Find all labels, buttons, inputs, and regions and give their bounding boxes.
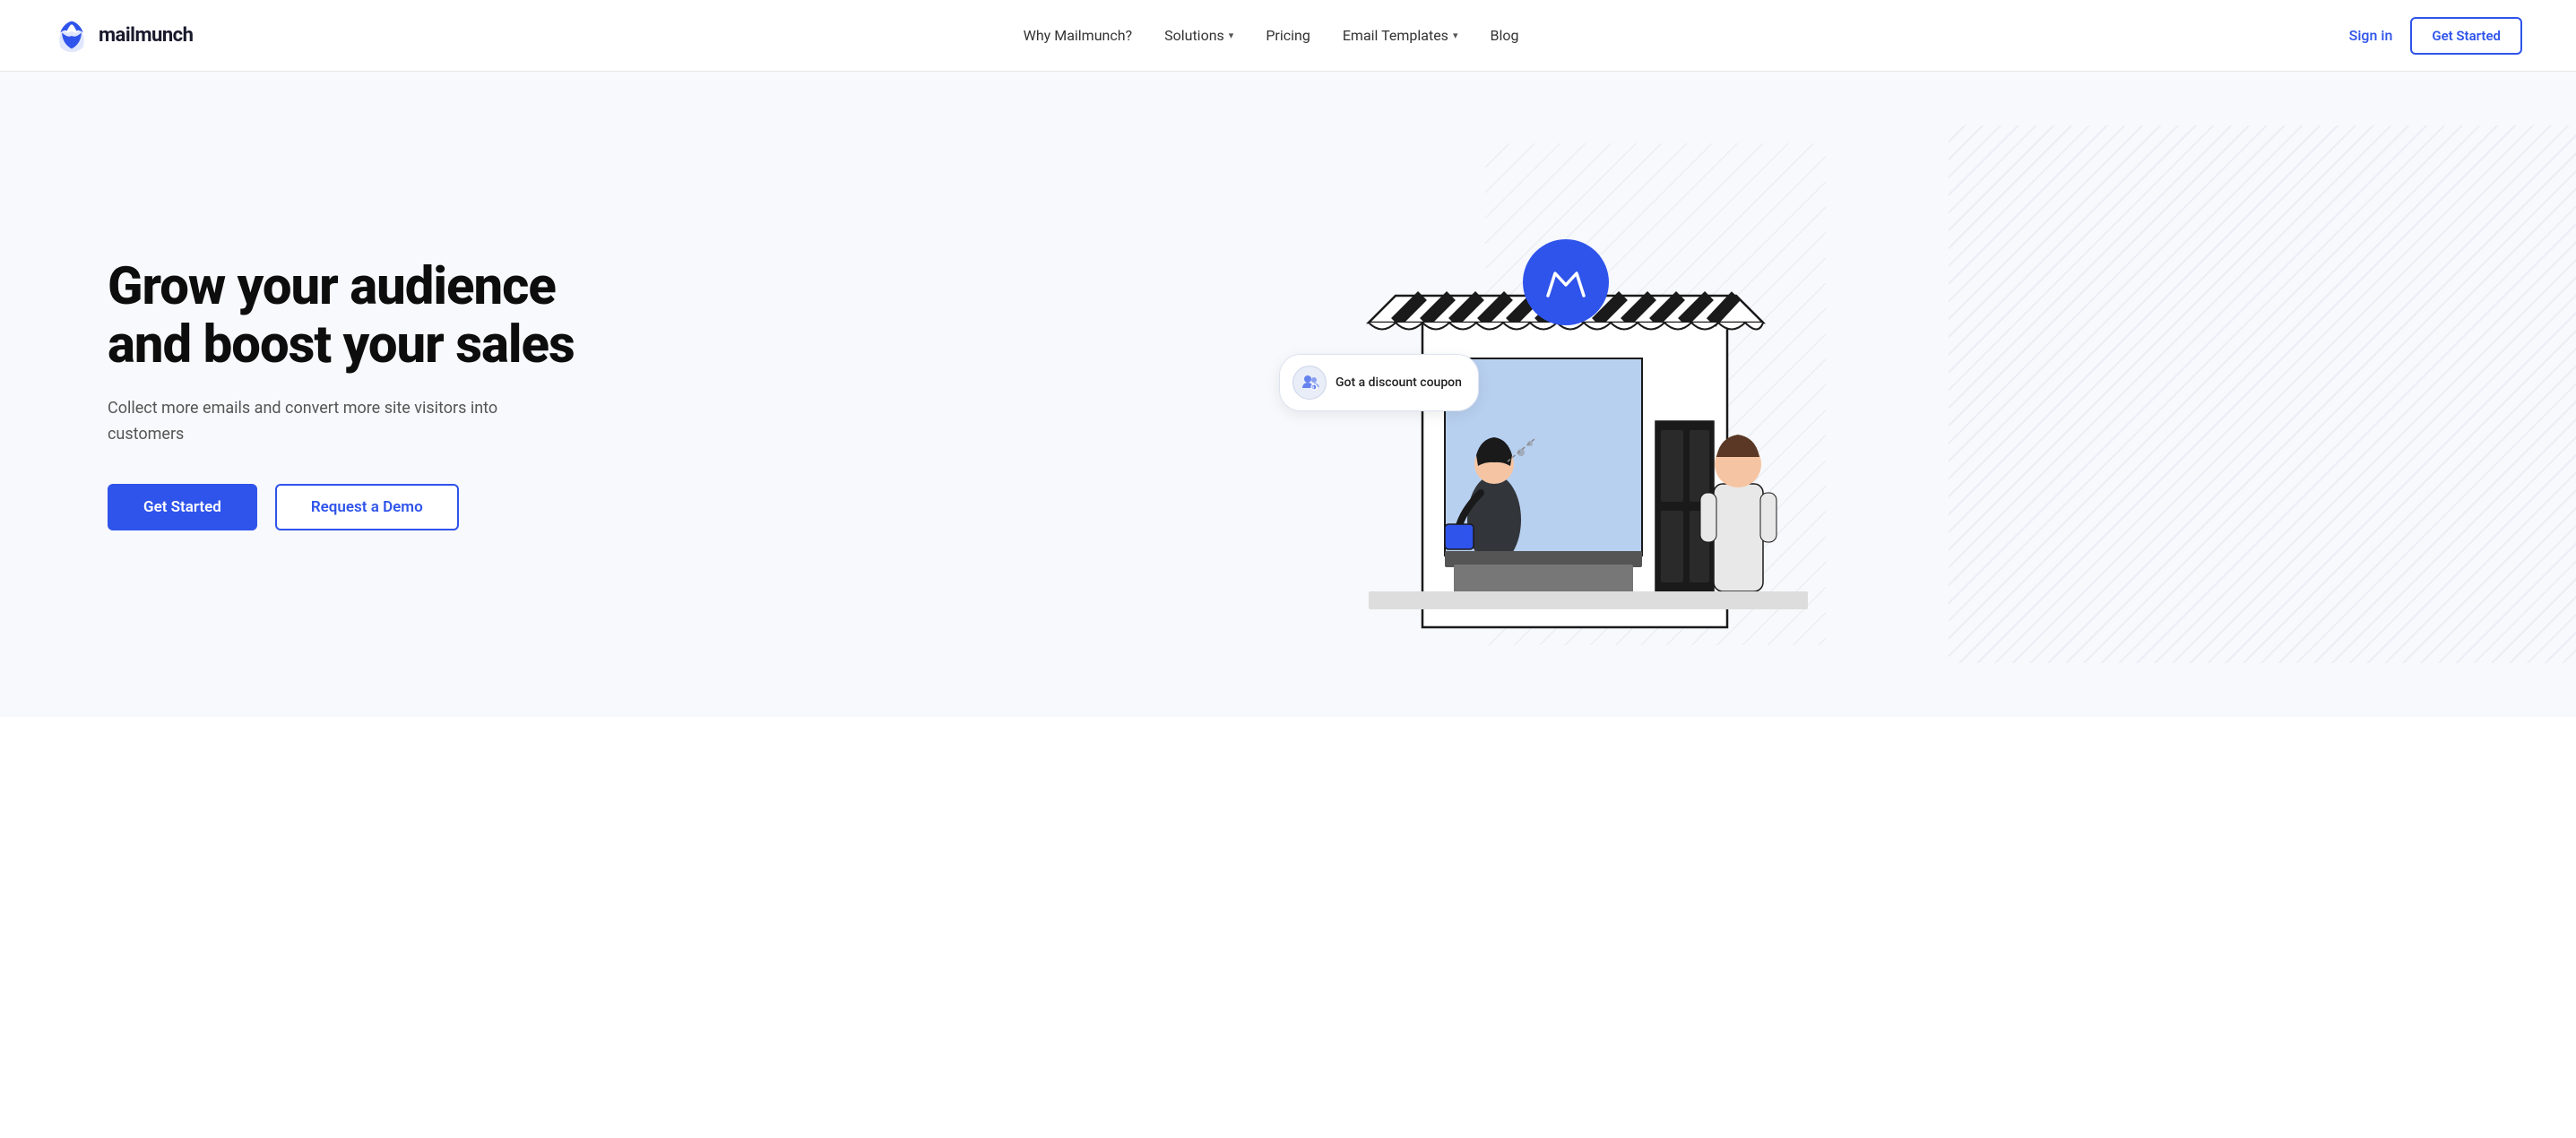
nav-links: Why Mailmunch? Solutions ▾ Pricing Email… <box>1024 27 1519 44</box>
nav-link-solutions[interactable]: Solutions ▾ <box>1164 27 1233 44</box>
nav-item-why[interactable]: Why Mailmunch? <box>1024 27 1132 44</box>
nav-item-pricing[interactable]: Pricing <box>1266 27 1310 44</box>
chevron-down-icon-2: ▾ <box>1453 30 1458 41</box>
nav-item-email-templates[interactable]: Email Templates ▾ <box>1343 27 1458 44</box>
discount-bubble: + Got a discount coupon <box>1279 354 1479 411</box>
hero-bg-pattern <box>1949 125 2576 663</box>
navbar: mailmunch Why Mailmunch? Solutions ▾ Pri… <box>0 0 2576 72</box>
hero-subtitle: Collect more emails and convert more sit… <box>108 396 502 448</box>
hero-buttons: Get Started Request a Demo <box>108 484 609 530</box>
hero-illustration: + Got a discount coupon <box>609 125 2522 663</box>
store-illustration: + Got a discount coupon <box>1306 143 1826 645</box>
sign-in-link[interactable]: Sign in <box>2349 27 2393 44</box>
nav-link-why[interactable]: Why Mailmunch? <box>1024 27 1132 44</box>
nav-item-blog[interactable]: Blog <box>1490 27 1518 44</box>
logo-text: mailmunch <box>99 24 193 47</box>
hero-section: Grow your audience and boost your sales … <box>0 72 2576 717</box>
get-started-nav-button[interactable]: Get Started <box>2410 17 2522 55</box>
discount-bubble-text: Got a discount coupon <box>1336 375 1462 391</box>
logo-link[interactable]: mailmunch <box>54 20 193 52</box>
nav-link-email-templates[interactable]: Email Templates ▾ <box>1343 27 1458 44</box>
get-started-hero-button[interactable]: Get Started <box>108 484 257 530</box>
mailmunch-logo-icon <box>54 20 90 52</box>
request-demo-button[interactable]: Request a Demo <box>275 484 459 530</box>
hero-content: Grow your audience and boost your sales … <box>108 258 609 530</box>
nav-link-blog[interactable]: Blog <box>1490 27 1518 44</box>
nav-link-pricing[interactable]: Pricing <box>1266 27 1310 44</box>
nav-item-solutions[interactable]: Solutions ▾ <box>1164 27 1233 44</box>
hero-title: Grow your audience and boost your sales <box>108 258 609 375</box>
chevron-down-icon: ▾ <box>1229 30 1234 41</box>
nav-actions: Sign in Get Started <box>2349 17 2522 55</box>
bubble-avatar-icon: + <box>1292 366 1327 400</box>
